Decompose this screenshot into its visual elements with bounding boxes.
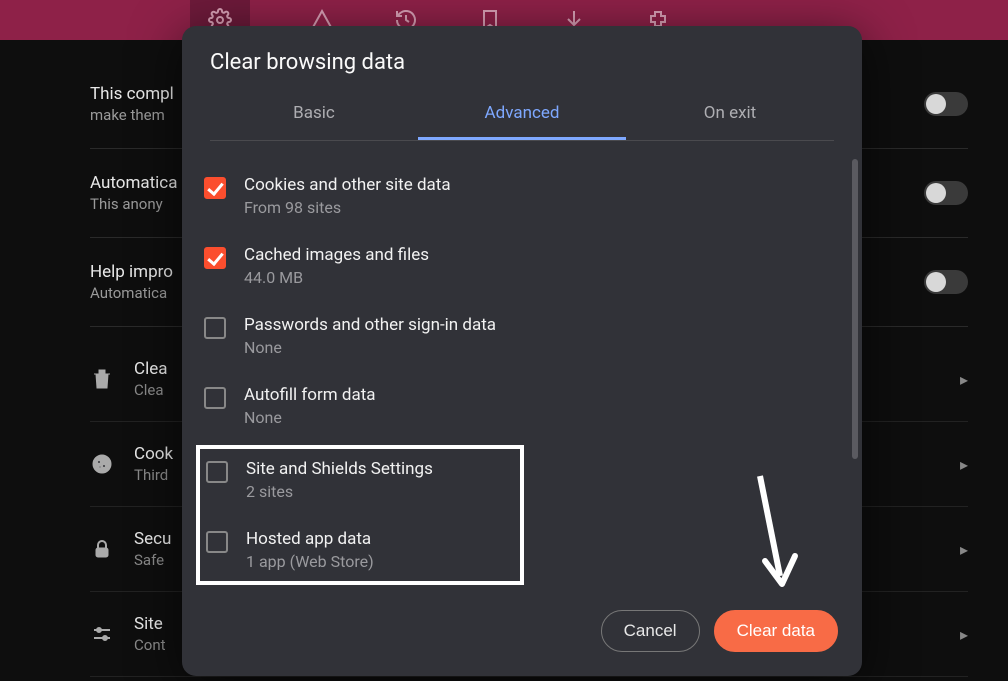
checkbox[interactable] [204,387,226,409]
bg-row-title: Help impro [90,262,173,282]
option-hosted-app[interactable]: Hosted app data 1 app (Web Store) [206,519,514,581]
option-autofill[interactable]: Autofill form data None [204,375,834,445]
bg-row-sub: This anony [90,195,177,213]
bg-row-sub: Automatica [90,284,173,302]
checkbox[interactable] [206,461,228,483]
toggle-switch[interactable] [924,270,968,294]
tab-advanced[interactable]: Advanced [418,93,626,140]
scrollbar[interactable] [852,159,858,459]
lock-icon [90,537,114,561]
option-passwords[interactable]: Passwords and other sign-in data None [204,305,834,375]
toggle-switch[interactable] [924,181,968,205]
chevron-right-icon: ▸ [960,370,968,389]
option-cache[interactable]: Cached images and files 44.0 MB [204,235,834,305]
dialog-tabs: Basic Advanced On exit [210,93,834,141]
tab-on-exit[interactable]: On exit [626,93,834,140]
clear-data-button[interactable]: Clear data [714,610,838,652]
checkbox[interactable] [204,177,226,199]
annotation-highlight-box: Site and Shields Settings 2 sites Hosted… [196,445,524,585]
dialog-footer: Cancel Clear data [182,592,862,676]
dialog-title: Clear browsing data [210,50,834,75]
dialog-body[interactable]: Cookies and other site data From 98 site… [182,141,862,592]
checkbox[interactable] [204,247,226,269]
reset-rewards-link[interactable]: Reset Brave Rewards data... [204,585,834,592]
clear-browsing-data-dialog: Clear browsing data Basic Advanced On ex… [182,26,862,676]
sliders-icon [90,622,114,646]
tab-basic[interactable]: Basic [210,93,418,140]
toggle-switch[interactable] [924,92,968,116]
cancel-button[interactable]: Cancel [601,610,700,652]
chevron-right-icon: ▸ [960,625,968,644]
chevron-right-icon: ▸ [960,540,968,559]
bg-row-title: This compl [90,84,174,104]
chevron-right-icon: ▸ [960,455,968,474]
cookie-icon [90,452,114,476]
checkbox[interactable] [204,317,226,339]
bg-row-sub: make them [90,106,174,124]
trash-icon [90,367,114,391]
checkbox[interactable] [206,531,228,553]
option-cookies[interactable]: Cookies and other site data From 98 site… [204,165,834,235]
bg-row-title: Automatica [90,173,177,193]
option-site-shields[interactable]: Site and Shields Settings 2 sites [206,449,514,519]
